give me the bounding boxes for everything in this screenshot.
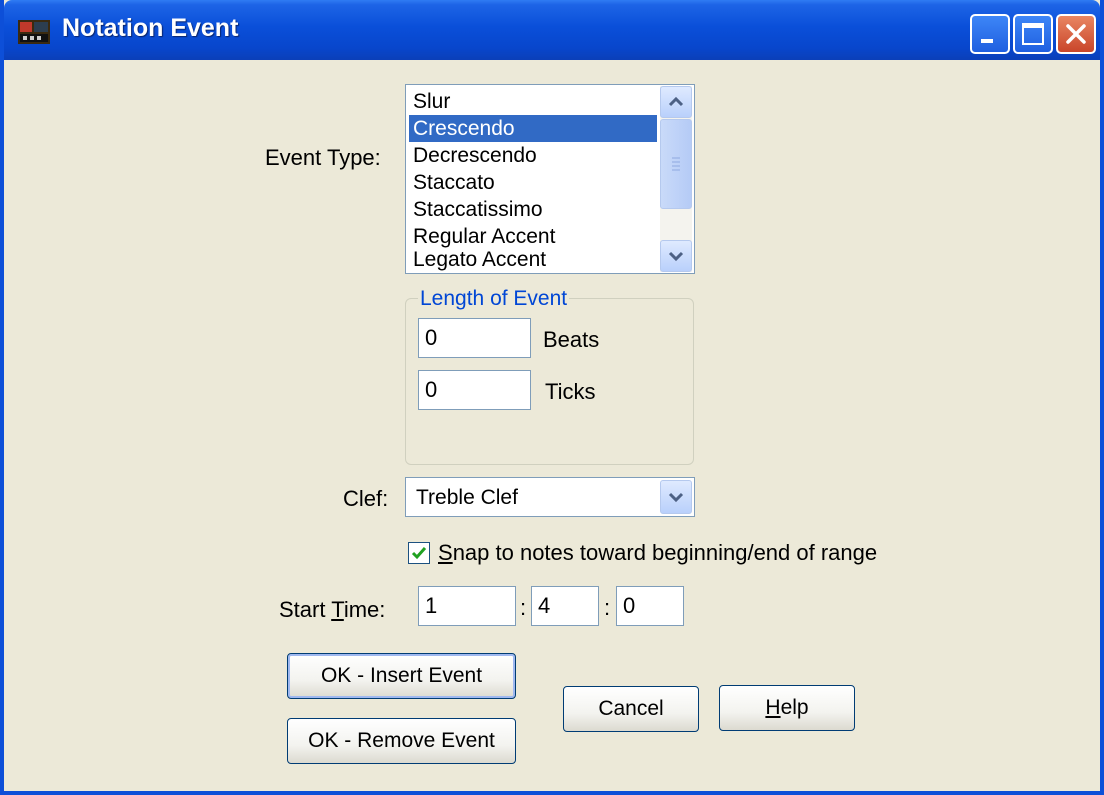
ok-insert-event-button[interactable]: OK - Insert Event bbox=[287, 653, 516, 699]
scroll-down-button[interactable] bbox=[660, 240, 692, 272]
chevron-down-icon bbox=[668, 492, 684, 503]
snap-label-text: nap to notes toward beginning/end of ran… bbox=[452, 540, 878, 565]
start-time-label-pre: Start bbox=[279, 597, 332, 622]
chevron-down-icon bbox=[668, 251, 684, 262]
length-of-event-title: Length of Event bbox=[418, 287, 570, 311]
ok-remove-event-button[interactable]: OK - Remove Event bbox=[287, 718, 516, 764]
event-type-label: Event Type: bbox=[265, 145, 381, 170]
start-time-tick-input[interactable] bbox=[616, 586, 684, 626]
clef-select[interactable]: Treble Clef bbox=[405, 477, 695, 517]
event-type-item-legato-accent[interactable]: Legato Accent bbox=[409, 246, 657, 273]
start-time-label: Start Time: bbox=[279, 597, 385, 623]
close-icon bbox=[1066, 24, 1086, 44]
snap-checkbox[interactable] bbox=[408, 542, 430, 564]
start-time-beat-input[interactable] bbox=[531, 586, 599, 626]
ticks-label: Ticks bbox=[545, 379, 596, 404]
event-type-item-staccatissimo[interactable]: Staccatissimo bbox=[409, 196, 657, 223]
clef-selected-value: Treble Clef bbox=[416, 486, 518, 509]
clef-label: Clef: bbox=[343, 486, 389, 511]
maximize-button[interactable] bbox=[1013, 14, 1053, 54]
event-type-item-decrescendo[interactable]: Decrescendo bbox=[409, 142, 657, 169]
maximize-icon bbox=[1022, 23, 1044, 45]
window-title: Notation Event bbox=[62, 14, 239, 42]
event-type-listbox[interactable]: Slur Crescendo Decrescendo Staccato Stac… bbox=[405, 84, 695, 274]
start-time-label-mnemonic: T bbox=[331, 597, 344, 622]
clef-dropdown-button[interactable] bbox=[660, 480, 692, 514]
beats-input[interactable] bbox=[418, 318, 531, 358]
notation-event-dialog: Notation Event Event Type: Slur Crescend… bbox=[0, 0, 1104, 795]
ticks-input[interactable] bbox=[418, 370, 531, 410]
event-type-scrollbar[interactable] bbox=[660, 86, 692, 272]
app-icon bbox=[18, 18, 50, 46]
scroll-thumb[interactable] bbox=[660, 119, 692, 209]
help-button[interactable]: Help bbox=[719, 685, 855, 731]
cancel-button[interactable]: Cancel bbox=[563, 686, 699, 732]
grip-icon bbox=[672, 157, 680, 171]
checkmark-icon bbox=[411, 547, 427, 560]
chevron-up-icon bbox=[668, 96, 684, 107]
start-time-label-post: ime: bbox=[343, 597, 386, 622]
title-bar[interactable]: Notation Event bbox=[4, 0, 1100, 60]
snap-label[interactable]: Snap to notes toward beginning/end of ra… bbox=[438, 540, 877, 566]
scroll-up-button[interactable] bbox=[660, 86, 692, 118]
event-type-item-slur[interactable]: Slur bbox=[409, 88, 657, 115]
beats-label: Beats bbox=[543, 327, 600, 352]
minimize-icon bbox=[981, 39, 993, 43]
minimize-button[interactable] bbox=[970, 14, 1010, 54]
close-button[interactable] bbox=[1056, 14, 1096, 54]
start-time-separator-2: : bbox=[604, 595, 611, 620]
start-time-separator-1: : bbox=[520, 595, 527, 620]
help-mnemonic: H bbox=[765, 696, 781, 719]
start-time-bar-input[interactable] bbox=[418, 586, 516, 626]
help-label: elp bbox=[780, 696, 809, 719]
event-type-item-crescendo[interactable]: Crescendo bbox=[409, 115, 657, 142]
event-type-item-staccato[interactable]: Staccato bbox=[409, 169, 657, 196]
snap-label-mnemonic: S bbox=[438, 540, 453, 565]
